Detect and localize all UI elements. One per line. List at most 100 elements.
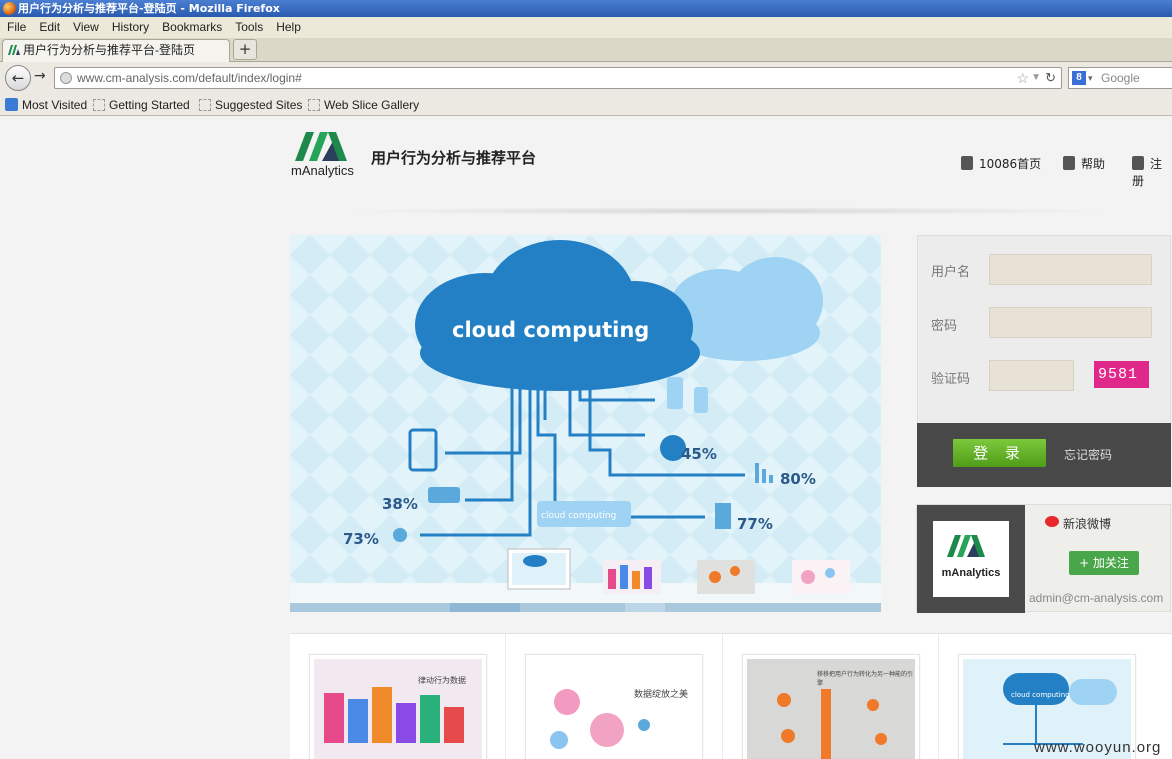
card-image: 律动行为数据	[314, 659, 482, 759]
search-placeholder: Google	[1101, 71, 1140, 85]
bookmark-web-slice-gallery[interactable]: Web Slice Gallery	[308, 94, 419, 116]
tab-login[interactable]: 用户行为分析与推荐平台-登陆页	[2, 39, 230, 62]
menu-help[interactable]: Help	[276, 20, 301, 34]
login-action-bar: 登 录 忘记密码	[917, 423, 1171, 487]
robot-icon-small	[694, 387, 708, 413]
menu-file[interactable]: File	[7, 20, 26, 34]
banner-carousel[interactable]: cloud computing cloud computing 45% 80% …	[290, 235, 881, 612]
feature-card-2[interactable]: 数据绽放之美	[525, 654, 703, 759]
manalytics-logo-small-icon	[947, 535, 985, 557]
firefox-icon	[3, 2, 16, 15]
thumbs-up-icon	[1063, 156, 1075, 170]
card-image: 移移把用户行为转化为另一种能的引擎	[747, 659, 915, 759]
page-icon	[199, 99, 211, 111]
nav-help[interactable]: 帮助	[1063, 155, 1105, 172]
building-icon	[961, 156, 973, 170]
nav-register[interactable]: 注册	[1132, 155, 1172, 189]
username-input[interactable]	[989, 254, 1152, 285]
weibo-logo-text: mAnalytics	[941, 567, 1001, 579]
forward-button[interactable]: →	[34, 68, 46, 84]
tab-label: 用户行为分析与推荐平台-登陆页	[23, 43, 195, 57]
divider	[722, 634, 723, 759]
card-caption: cloud computing	[1011, 691, 1070, 699]
stat-73: 73%	[343, 530, 379, 548]
carousel-thumb-3[interactable]	[697, 560, 755, 594]
card-caption: 移移把用户行为转化为另一种能的引擎	[817, 671, 914, 687]
tab-bar: 用户行为分析与推荐平台-登陆页 +	[0, 38, 1172, 62]
header-divider	[340, 207, 1120, 215]
bookmark-star-icon[interactable]: ☆	[1016, 68, 1029, 88]
back-button[interactable]: ←	[5, 65, 31, 91]
url-bar[interactable]: www.cm-analysis.com/default/index/login#…	[54, 67, 1062, 89]
contact-email: admin@cm-analysis.com	[1029, 591, 1164, 605]
url-dropdown-icon[interactable]: ▼	[1031, 68, 1041, 88]
new-tab-button[interactable]: +	[233, 39, 257, 60]
google-icon: 8	[1072, 71, 1086, 85]
weibo-panel: mAnalytics 新浪微博 + 加关注 admin@cm-analysis.…	[916, 504, 1171, 613]
card-caption: 数据绽放之美	[634, 690, 689, 700]
username-label: 用户名	[931, 265, 971, 280]
reload-icon[interactable]: ↻	[1045, 68, 1056, 88]
bookmark-label: Getting Started	[109, 98, 190, 112]
card-caption: 律动行为数据	[418, 676, 466, 685]
url-text: www.cm-analysis.com/default/index/login#	[77, 71, 302, 85]
captcha-image[interactable]: 9581	[1094, 361, 1149, 388]
stat-80: 80%	[780, 470, 816, 488]
paw-icon	[393, 528, 407, 542]
captcha-label: 验证码	[931, 372, 971, 387]
login-form: 用户名 密码 验证码 9581	[917, 235, 1171, 425]
feature-card-3[interactable]: 移移把用户行为转化为另一种能的引擎	[742, 654, 920, 759]
feature-card-1[interactable]: 律动行为数据	[309, 654, 487, 759]
bookmark-most-visited[interactable]: Most Visited	[5, 94, 87, 116]
menu-history[interactable]: History	[112, 20, 149, 34]
most-visited-icon	[5, 98, 18, 111]
password-input[interactable]	[989, 307, 1152, 338]
globe-icon	[60, 72, 72, 84]
watermark: www.wooyun.org	[1034, 739, 1162, 756]
menu-edit[interactable]: Edit	[39, 20, 60, 34]
search-box[interactable]: 8 ▾ Google	[1068, 67, 1172, 89]
stat-45: 45%	[681, 445, 717, 463]
search-engine-dropdown-icon[interactable]: ▾	[1088, 68, 1093, 88]
site-favicon-icon	[8, 45, 20, 55]
bookmarks-toolbar: Most Visited Getting Started Suggested S…	[0, 94, 1172, 116]
menu-view[interactable]: View	[73, 20, 99, 34]
captcha-input[interactable]	[989, 360, 1074, 391]
window-title: 用户行为分析与推荐平台-登陆页 - Mozilla Firefox	[18, 2, 280, 15]
nav-label: 10086首页	[979, 157, 1042, 171]
card-image: 数据绽放之美	[530, 659, 698, 759]
document-icon	[715, 503, 731, 529]
bar-chart-icon	[755, 463, 759, 483]
weibo-name[interactable]: 新浪微博	[1063, 515, 1111, 532]
login-button[interactable]: 登 录	[953, 439, 1046, 467]
forgot-password-link[interactable]: 忘记密码	[1064, 446, 1112, 463]
bookmark-getting-started[interactable]: Getting Started	[93, 94, 190, 116]
window-titlebar: 用户行为分析与推荐平台-登陆页 - Mozilla Firefox	[0, 0, 1172, 17]
logo-text: mAnalytics	[291, 163, 354, 178]
stat-38: 38%	[382, 495, 418, 513]
nav-10086-home[interactable]: 10086首页	[961, 155, 1041, 172]
bookmark-suggested-sites[interactable]: Suggested Sites	[199, 94, 302, 116]
menu-tools[interactable]: Tools	[235, 20, 263, 34]
carousel-thumb-4[interactable]	[792, 560, 850, 594]
weibo-avatar[interactable]: mAnalytics	[933, 521, 1009, 597]
password-label: 密码	[931, 319, 958, 334]
weibo-icon	[1045, 516, 1059, 527]
cloud-title: cloud computing	[452, 318, 649, 342]
bookmark-label: Web Slice Gallery	[324, 98, 420, 112]
weibo-logo-panel: mAnalytics	[917, 505, 1025, 613]
tractor-icon	[428, 487, 460, 503]
page-icon	[308, 99, 320, 111]
page-icon	[93, 99, 105, 111]
follow-button[interactable]: + 加关注	[1069, 551, 1139, 575]
page-content: mAnalytics 用户行为分析与推荐平台 10086首页 帮助 注册 clo…	[0, 117, 1172, 759]
menu-bar: File Edit View History Bookmarks Tools Help	[0, 17, 1172, 38]
bookmark-label: Suggested Sites	[215, 98, 303, 112]
nav-label: 帮助	[1081, 157, 1106, 171]
user-icon	[1132, 156, 1144, 170]
site-title: 用户行为分析与推荐平台	[371, 149, 537, 167]
menu-bookmarks[interactable]: Bookmarks	[162, 20, 222, 34]
stat-77: 77%	[737, 515, 773, 533]
divider	[505, 634, 506, 759]
robot-icon	[667, 377, 683, 409]
